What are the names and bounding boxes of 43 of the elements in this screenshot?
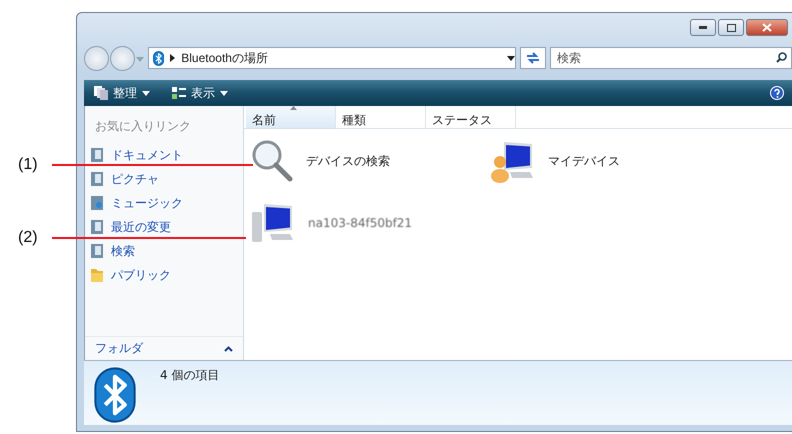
pages-icon <box>94 86 108 100</box>
caret-icon <box>507 56 515 60</box>
breadcrumb-arrow-icon <box>170 54 176 62</box>
search-icon <box>776 52 787 63</box>
organize-button[interactable]: 整理 <box>92 82 152 104</box>
close-icon <box>762 23 772 32</box>
maximize-icon <box>726 24 736 32</box>
help-button[interactable] <box>770 86 784 100</box>
close-button[interactable] <box>746 19 788 36</box>
maximize-button[interactable] <box>718 19 744 36</box>
caret-icon <box>220 90 228 96</box>
device-item[interactable]: デバイスの検索 <box>250 137 490 185</box>
bluetooth-icon <box>153 50 164 66</box>
sort-arrow-icon <box>290 106 297 110</box>
folder-icon <box>91 268 103 282</box>
item-count: 4 個の項目 <box>160 367 220 384</box>
views-button[interactable]: 表示 <box>170 82 230 104</box>
refresh-button[interactable] <box>520 47 546 69</box>
views-icon <box>172 86 186 100</box>
device-item[interactable]: マイデバイス <box>490 137 730 185</box>
sidebar-link[interactable]: パブリック <box>85 263 243 287</box>
library-icon <box>91 220 103 234</box>
search-field[interactable]: 検索 <box>550 47 792 69</box>
caret-icon <box>142 90 150 96</box>
sidebar-link[interactable]: ミュージック <box>85 191 243 215</box>
library-icon <box>91 172 103 186</box>
library-icon <box>91 148 103 162</box>
music-library-icon <box>91 196 103 210</box>
callout-label: (2) <box>18 229 39 247</box>
sidebar-link[interactable]: ピクチャ <box>85 167 243 191</box>
library-icon <box>91 244 103 258</box>
sidebar-heading: お気に入りリンク <box>94 118 192 135</box>
sidebar-link[interactable]: 検索 <box>85 239 243 263</box>
chevron-up-icon <box>224 346 233 352</box>
bluetooth-icon <box>94 367 136 423</box>
minimize-icon <box>699 26 707 29</box>
history-caret-icon <box>136 57 144 62</box>
magnifier-icon <box>250 139 294 183</box>
column-header[interactable]: 名前 <box>246 106 336 128</box>
callout-label: (1) <box>18 156 39 174</box>
address-bar[interactable]: Bluetoothの場所 <box>148 47 516 69</box>
minimize-button[interactable] <box>690 19 716 36</box>
refresh-icon <box>526 52 540 64</box>
